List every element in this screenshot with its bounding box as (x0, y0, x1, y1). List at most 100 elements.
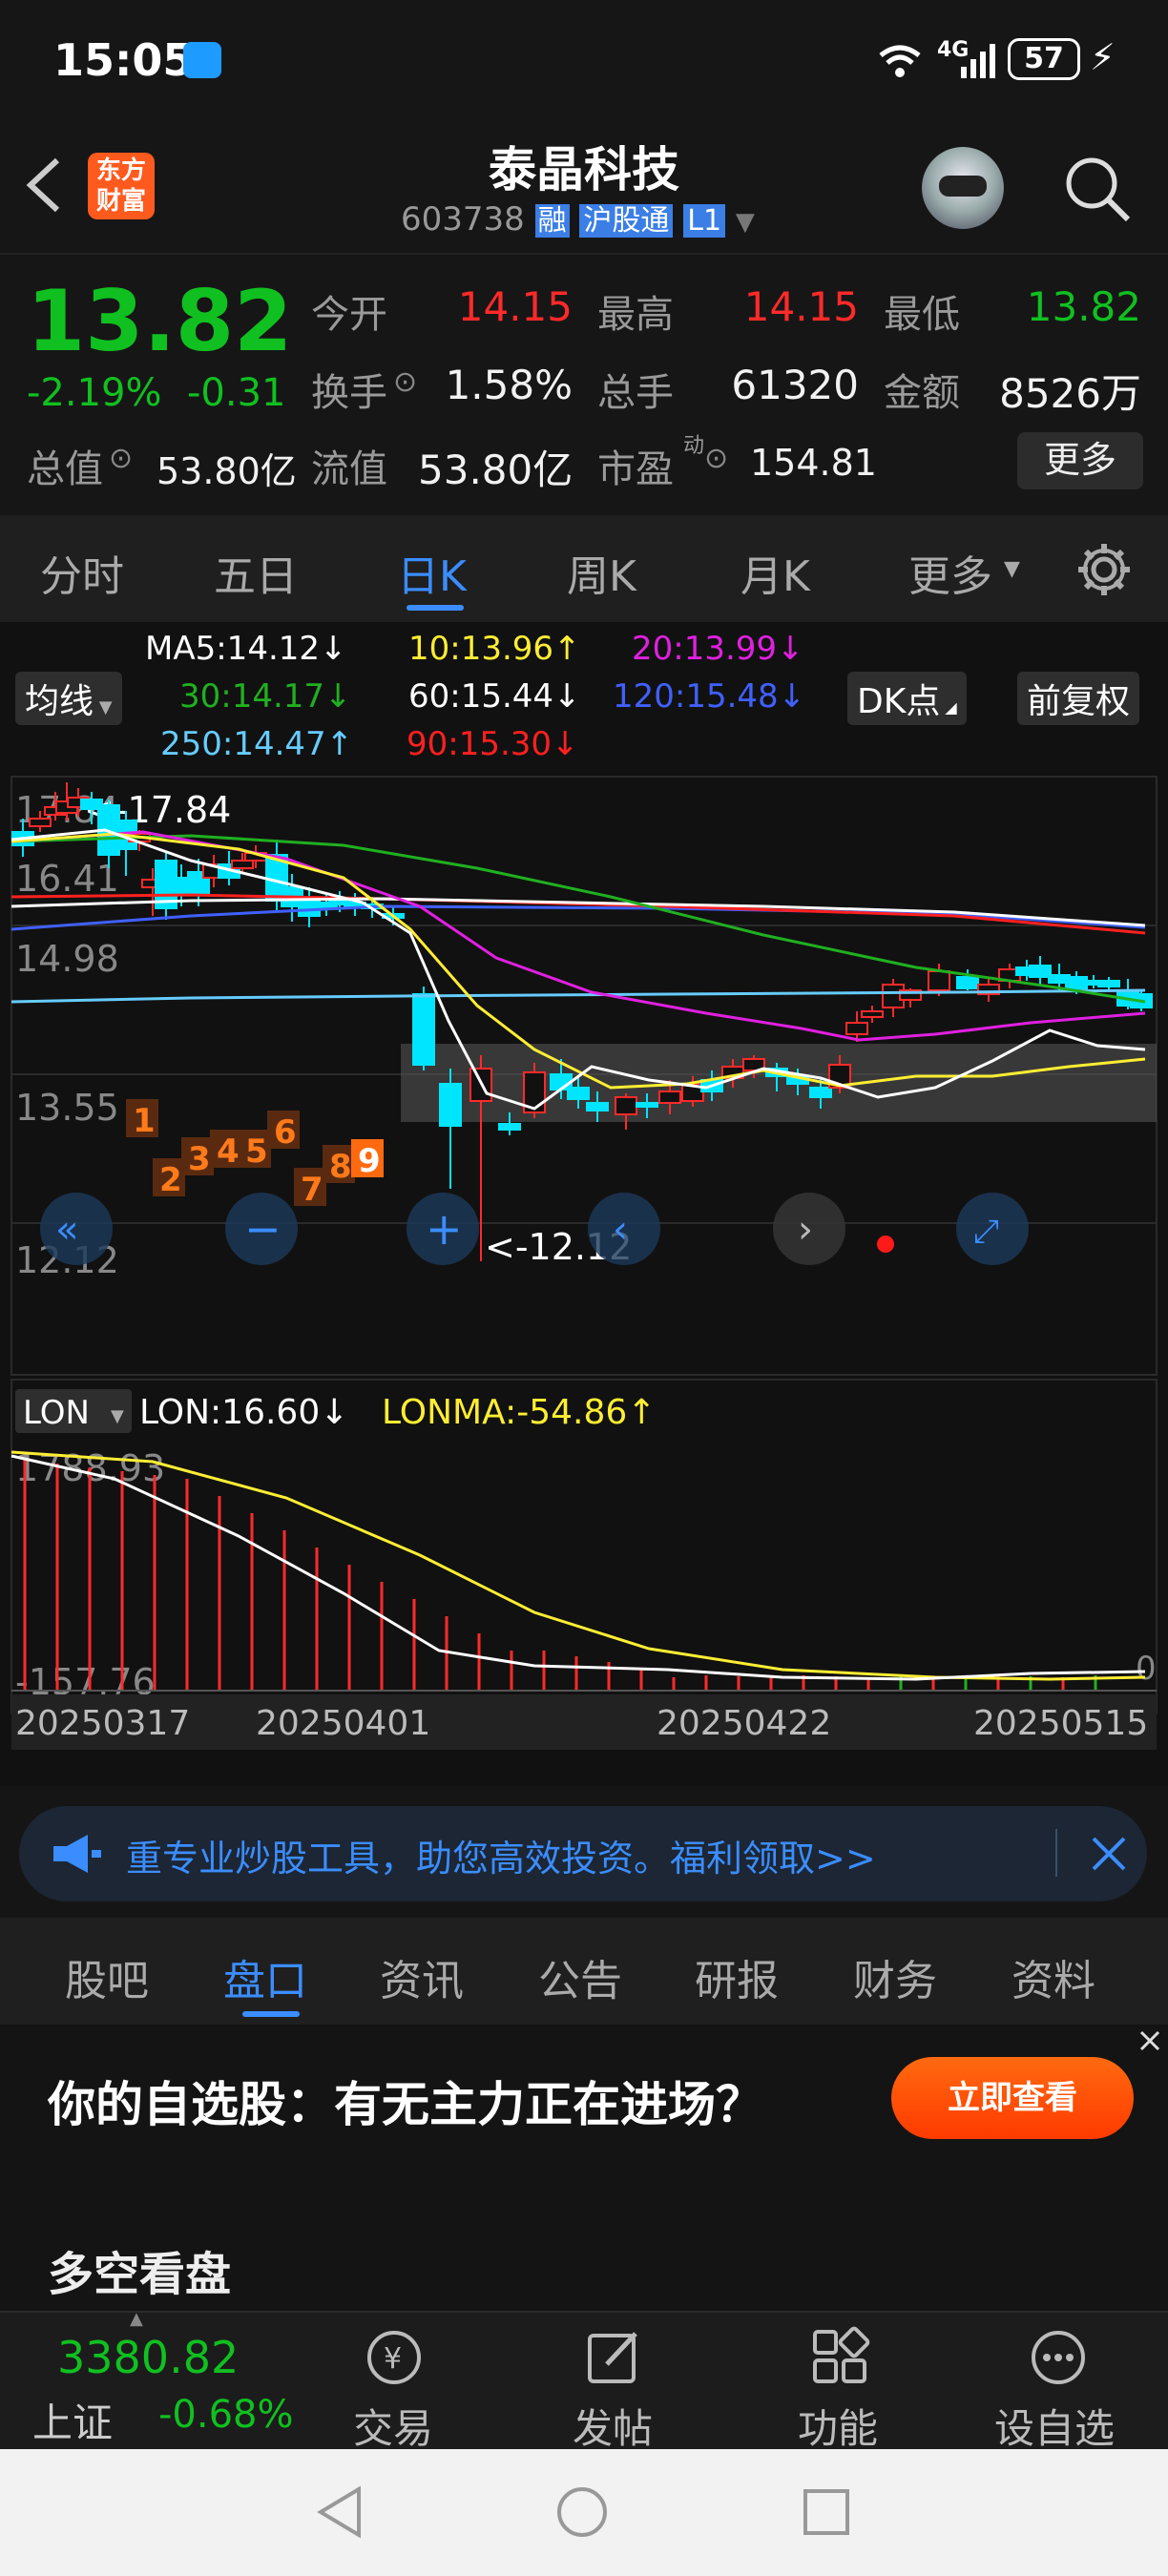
lon-line (10, 1450, 1146, 1681)
dk-shaded-zone (401, 1044, 1157, 1122)
tab-more-dropdown-icon: ▼ (1004, 557, 1020, 581)
kline-main-chart[interactable]: 17.84 16.41 14.98 13.55 12.12 <-17.84 <-… (0, 773, 1168, 1784)
adjust-button[interactable]: 前复权 (1017, 672, 1140, 725)
candle-body (845, 1022, 868, 1035)
turnover-label: 换手 (311, 371, 387, 415)
ad-close-icon[interactable] (1136, 2026, 1164, 2055)
low-value: 13.82 (1026, 283, 1141, 330)
trade-button[interactable]: ¥ 交易 (344, 2322, 448, 2452)
pe-superscript: 动 (683, 434, 705, 458)
tab-handicap[interactable]: 盘口 (223, 1946, 307, 2007)
open-label: 今开 (311, 293, 387, 337)
tab-profile[interactable]: 资料 (1012, 1946, 1095, 2007)
lon-lines-layer (10, 1450, 1146, 1681)
tab-monthly-k[interactable]: 月K (740, 542, 810, 603)
stock-header: 东方 财富 泰晶科技 603738 融 沪股通 L1 ▼ (0, 124, 1168, 253)
grid-icon (813, 2326, 870, 2383)
minus-icon: − (244, 1203, 282, 1255)
close-icon[interactable] (1090, 1835, 1128, 1873)
candle-body (231, 860, 254, 869)
mktcap-value: 53.80亿 (156, 450, 297, 492)
ma90-label: 90:15.30↓ (407, 725, 579, 763)
info-icon[interactable]: ⊙ (704, 442, 728, 475)
trade-label: 交易 (353, 2405, 434, 2452)
float-label: 流值 (311, 447, 387, 491)
tab-research[interactable]: 研报 (695, 1946, 779, 2007)
lon-selector-label: LON (23, 1394, 90, 1432)
tab-more[interactable]: 更多 (908, 542, 992, 603)
settings-gear-icon[interactable] (1074, 540, 1134, 599)
pe-value: 154.81 (750, 442, 877, 484)
active-tab-indicator (407, 605, 464, 611)
axis-label: 14.98 (15, 938, 119, 980)
candle-body (439, 1083, 462, 1127)
search-icon[interactable] (1061, 153, 1134, 225)
turnover-value: 1.58% (445, 362, 573, 408)
lon-zero-label: 0 (1136, 1650, 1157, 1688)
dk-point-label: DK点 (857, 682, 941, 721)
axis-label: 13.55 (15, 1087, 119, 1129)
post-button[interactable]: 发帖 (563, 2322, 668, 2452)
add-watchlist-button[interactable]: 设自选 (989, 2322, 1132, 2452)
candle-body (636, 1102, 658, 1108)
index-value: 3380.82 (57, 2332, 240, 2383)
td-count: 6 (274, 1113, 297, 1152)
ma20-label: 20:13.99↓ (632, 630, 804, 668)
index-quote[interactable]: ▲ 3380.82 上证 -0.68% (0, 2309, 315, 2451)
candle-body (1029, 965, 1052, 978)
chevron-right-icon: › (798, 1208, 813, 1252)
dropdown-icon[interactable]: ▼ (736, 208, 755, 237)
nav-home-icon[interactable] (553, 2483, 611, 2541)
candle-body (412, 993, 435, 1066)
signal-icon (961, 44, 995, 78)
megaphone-icon (53, 1835, 101, 1873)
tab-weekly-k[interactable]: 周K (567, 542, 636, 603)
candle-body (809, 1087, 832, 1098)
low-label: 最低 (884, 293, 960, 337)
td-count: 9 (358, 1142, 381, 1180)
robot-assistant-icon[interactable] (922, 147, 1004, 229)
ma10-label: 10:13.96↑ (408, 630, 581, 668)
post-label: 发帖 (573, 2405, 654, 2452)
chart-tabs: 分时 五日 日K 周K 月K 更多 ▼ (0, 515, 1168, 622)
tab-finance[interactable]: 财务 (853, 1946, 937, 2007)
dk-point-button[interactable]: DK点 ◢ (847, 672, 967, 725)
double-chevron-left-icon: « (55, 1208, 78, 1252)
td-count: 1 (133, 1102, 156, 1140)
nav-back-icon[interactable] (311, 2483, 368, 2541)
high-value: 14.15 (743, 283, 859, 330)
tab-announcements[interactable]: 公告 (538, 1946, 622, 2007)
stock-code: 603738 (401, 200, 525, 239)
td-count: 3 (188, 1140, 211, 1178)
expand-icon: ⤢ (973, 1213, 999, 1251)
nav-recents-icon[interactable] (798, 2483, 855, 2541)
candle-body (498, 1123, 521, 1131)
float-value: 53.80亿 (418, 447, 574, 493)
function-button[interactable]: 功能 (788, 2322, 893, 2452)
high-label: 最高 (597, 293, 674, 337)
banner-text: 重专业炒股工具，助您高效投资。福利领取>> (126, 1838, 876, 1880)
ma-selector-label: 均线 (25, 682, 94, 721)
mktcap-label: 总值 (27, 447, 103, 491)
tab-news[interactable]: 资讯 (380, 1946, 464, 2007)
ad-view-button[interactable]: 立即查看 (891, 2057, 1134, 2139)
ma250-label: 250:14.47↑ (160, 725, 354, 763)
ma-selector[interactable]: 均线 ▼ (15, 672, 122, 725)
promo-banner[interactable]: 重专业炒股工具，助您高效投资。福利领取>> (19, 1806, 1147, 1901)
candle-body (861, 1010, 884, 1018)
index-expand-icon: ▲ (130, 2309, 143, 2329)
date-label: 20250515 (973, 1704, 1148, 1743)
tab-forum[interactable]: 股吧 (65, 1946, 149, 2007)
edit-icon (588, 2332, 637, 2383)
more-button[interactable]: 更多 (1017, 432, 1143, 489)
tab-five-day[interactable]: 五日 (214, 542, 298, 603)
status-time: 15:05 (53, 34, 194, 86)
change-value: -0.31 (187, 371, 286, 415)
tab-intraday[interactable]: 分时 (40, 542, 124, 603)
info-icon[interactable]: ⊙ (109, 442, 133, 475)
tab-daily-k[interactable]: 日K (397, 542, 467, 603)
lon-bars-layer (23, 1460, 1097, 1691)
candle-body (658, 1091, 681, 1104)
system-nav-bar (0, 2449, 1168, 2576)
info-icon[interactable]: ⊙ (393, 365, 417, 399)
